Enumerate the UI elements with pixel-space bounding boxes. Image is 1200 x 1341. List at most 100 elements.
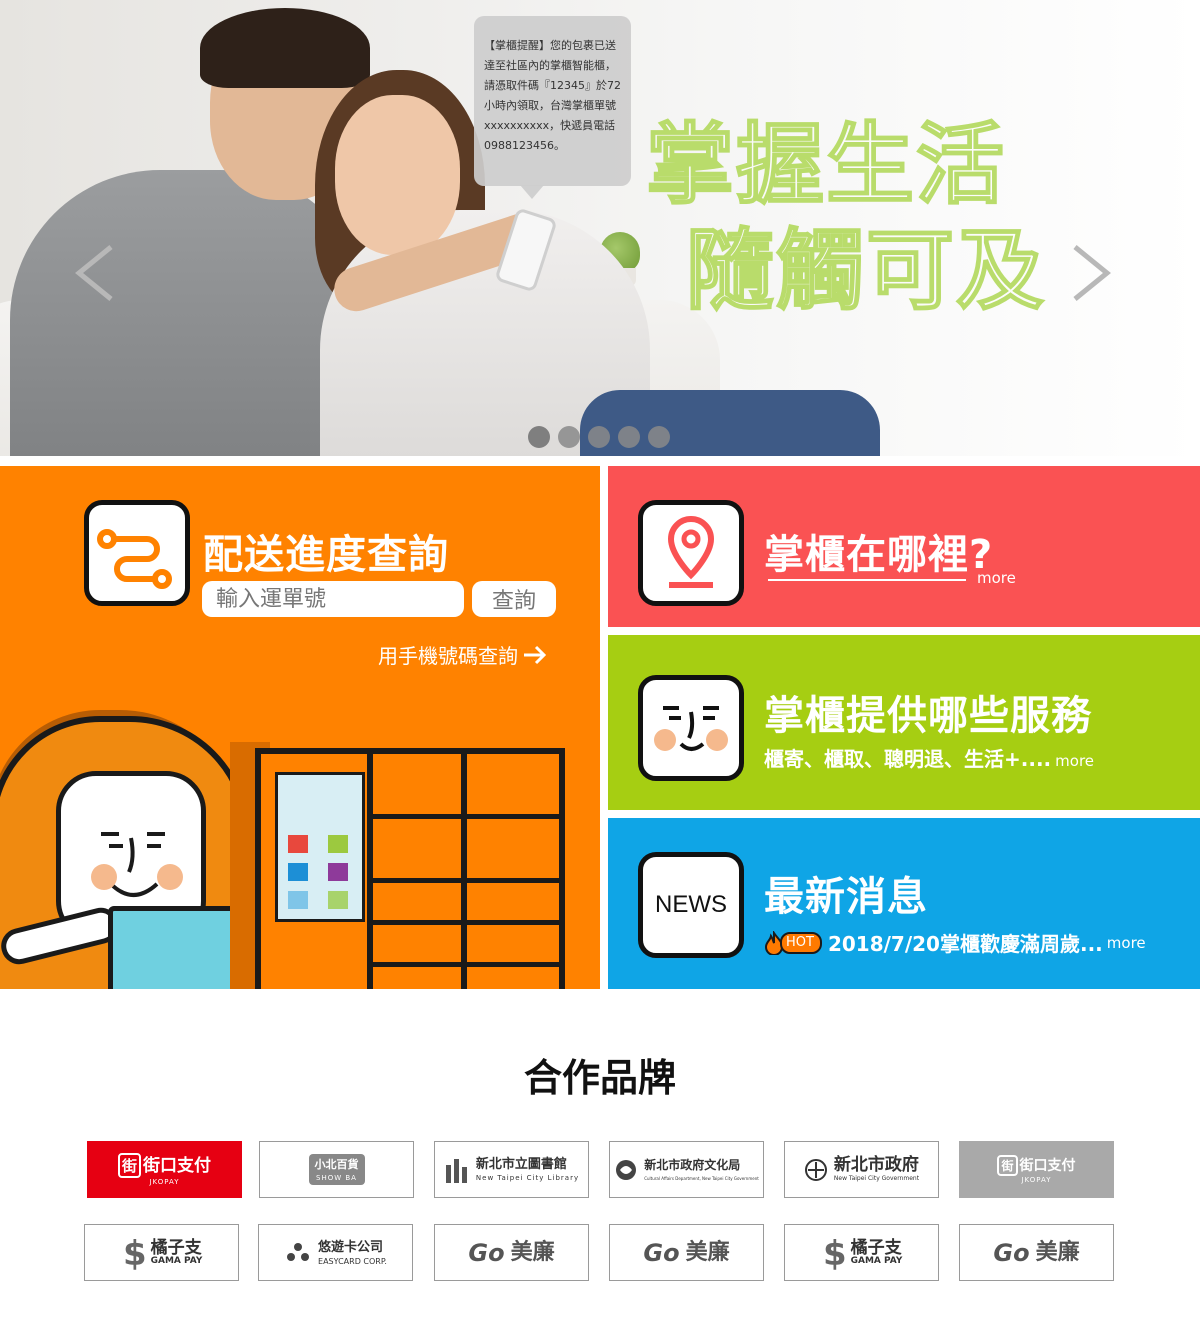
locker-divider (461, 754, 467, 989)
gamapay-dollar-icon: $ (823, 1234, 845, 1273)
partners-title: 合作品牌 (523, 1056, 676, 1100)
locker-divider (367, 814, 559, 819)
tracking-panel: 配送進度查詢 查詢 用手機號碼查詢 (0, 466, 600, 989)
partner-name: 美廉 (1035, 1239, 1080, 1265)
gamapay-text: 橘子支 GAMA PAY (151, 1239, 203, 1266)
location-icon-box (638, 500, 744, 606)
partner-logo-jkopay-gray[interactable]: 街街口支付 JKOPAY (959, 1141, 1114, 1198)
mascot-face-icon (654, 706, 728, 751)
locations-more-link[interactable]: more (977, 569, 1016, 587)
partner-name: 新北市政府文化局 (644, 1158, 741, 1172)
library-icon (445, 1158, 467, 1183)
news-more-link[interactable]: more (1107, 934, 1146, 952)
services-subtitle: 櫃寄、櫃取、聰明退、生活+.... more (764, 743, 1094, 772)
svg-text:$: $ (823, 1234, 845, 1273)
hero-carousel: 【掌櫃提醒】您的包裹已送達至社區內的掌櫃智能櫃，請憑取件碼『12345』於72小… (0, 0, 1200, 456)
screen-tile (288, 891, 308, 909)
services-title: 掌櫃提供哪些服務 (764, 693, 1092, 739)
locker-divider (367, 754, 373, 989)
svg-text:$: $ (123, 1234, 145, 1273)
gomeilian-go-mark: Go (643, 1238, 680, 1267)
partner-logo-gomeilian-2[interactable]: Go 美廉 (609, 1224, 764, 1281)
partner-name: 新北市立圖書館 (475, 1157, 567, 1172)
carousel-dot-5[interactable] (648, 426, 670, 448)
waybill-input[interactable] (202, 581, 464, 617)
mascot-cheek-right (157, 864, 183, 890)
locations-underline (768, 579, 966, 581)
partner-logo-ntc-library[interactable]: 新北市立圖書館 New Taipei City Library (434, 1141, 589, 1198)
sms-bubble: 【掌櫃提醒】您的包裹已送達至社區內的掌櫃智能櫃，請憑取件碼『12345』於72小… (474, 16, 631, 186)
easycard-text: 悠遊卡公司 EASYCARD CORP. (318, 1239, 387, 1266)
carousel-dot-3[interactable] (588, 426, 610, 448)
partner-sub: EASYCARD CORP. (318, 1257, 387, 1266)
gamapay-text: 橘子支 GAMA PAY (851, 1239, 903, 1266)
partner-logo-gomeilian-1[interactable]: Go 美廉 (434, 1224, 589, 1281)
partner-sub: JKOPAY (1021, 1175, 1052, 1184)
partner-sub: GAMA PAY (150, 1256, 203, 1266)
partner-name: 小北百貨 (314, 1158, 359, 1171)
screen-tile (288, 835, 308, 853)
carousel-dots (528, 426, 670, 448)
news-icon-box: NEWS (638, 852, 744, 958)
carousel-dot-4[interactable] (618, 426, 640, 448)
news-icon-label: NEWS (655, 891, 727, 918)
culture-bureau-icon (616, 1159, 637, 1180)
partner-name: 新北市政府 (833, 1155, 919, 1175)
partner-logo-gamapay-2[interactable]: $ 橘子支 GAMA PAY (784, 1224, 939, 1281)
phone-search-label: 用手機號碼查詢 (378, 644, 518, 668)
route-icon (97, 529, 172, 589)
partner-logo-ntc-culture[interactable]: 新北市政府文化局 Cultural Affairs Department, Ne… (609, 1141, 764, 1198)
partner-name: 橘子支 (850, 1238, 902, 1258)
tracking-title: 配送進度查詢 (203, 532, 449, 578)
chevron-right-icon (1073, 245, 1111, 301)
gomeilian-go-mark: Go (468, 1238, 505, 1267)
arrow-right-icon (524, 645, 547, 664)
screen-tile (288, 863, 308, 881)
news-panel[interactable]: NEWS 最新消息 HOT 2018/7/20掌櫃歡慶滿周歲... more (608, 818, 1200, 989)
hero-man-hair (200, 8, 370, 88)
partner-sub: JKOPAY (149, 1177, 180, 1186)
carousel-dot-1[interactable] (528, 426, 550, 448)
services-subtitle-text: 櫃寄、櫃取、聰明退、生活+.... (764, 747, 1052, 771)
locations-panel[interactable]: 掌櫃在哪裡? more (608, 466, 1200, 627)
jkopay-gray-logo: 街街口支付 JKOPAY (997, 1154, 1076, 1185)
carousel-next-button[interactable] (1066, 243, 1116, 303)
jkopay-logo: 街街口支付 JKOPAY (117, 1152, 211, 1187)
news-title: 最新消息 (764, 874, 928, 920)
government-seal-icon (804, 1158, 827, 1181)
locker-divider (367, 962, 559, 967)
news-headline[interactable]: 2018/7/20掌櫃歡慶滿周歲... (828, 928, 1103, 957)
partner-sub: New Taipei City Government (833, 1175, 920, 1182)
partner-logo-jkopay[interactable]: 街街口支付 JKOPAY (87, 1141, 242, 1198)
partner-sub: SHOW BA (316, 1174, 357, 1182)
partner-logo-easycard[interactable]: 悠遊卡公司 EASYCARD CORP. (258, 1224, 413, 1281)
partner-name: 美廉 (510, 1239, 555, 1265)
hero-woman-face (335, 95, 460, 255)
carousel-prev-button[interactable] (70, 243, 120, 303)
news-headline-row: HOT 2018/7/20掌櫃歡慶滿周歲... more (764, 928, 1146, 957)
culture-text: 新北市政府文化局 Cultural Affairs Department, Ne… (644, 1156, 759, 1183)
mascot-cheek-left (91, 864, 117, 890)
services-icon-box (638, 675, 744, 781)
mascot-parcel (108, 906, 248, 989)
services-panel[interactable]: 掌櫃提供哪些服務 櫃寄、櫃取、聰明退、生活+.... more (608, 635, 1200, 810)
track-search-button[interactable]: 查詢 (472, 581, 556, 617)
carousel-dot-2[interactable] (558, 426, 580, 448)
hot-badge: HOT (764, 930, 822, 955)
phone-search-link[interactable]: 用手機號碼查詢 (378, 640, 548, 669)
gamapay-dollar-icon: $ (123, 1234, 145, 1273)
partner-name: 橘子支 (150, 1238, 202, 1258)
sms-bubble-tail (520, 185, 544, 199)
partner-logo-showba[interactable]: 小北百貨 SHOW BA (259, 1141, 414, 1198)
locker-screen (275, 772, 365, 922)
partner-logo-ntc-government[interactable]: 新北市政府 New Taipei City Government (784, 1141, 939, 1198)
hero-slogan-line2: 隨觸可及 (685, 218, 1047, 323)
partner-logo-gamapay[interactable]: $ 橘子支 GAMA PAY (84, 1224, 239, 1281)
government-text: 新北市政府 New Taipei City Government (834, 1156, 919, 1183)
partner-sub: GAMA PAY (850, 1256, 903, 1266)
partner-name: 美廉 (685, 1239, 730, 1265)
jkopay-mark-icon: 街 (117, 1152, 141, 1178)
partner-name: 悠遊卡公司 (318, 1240, 384, 1255)
partner-logo-gomeilian-3[interactable]: Go 美廉 (959, 1224, 1114, 1281)
services-more-link[interactable]: more (1055, 752, 1094, 770)
